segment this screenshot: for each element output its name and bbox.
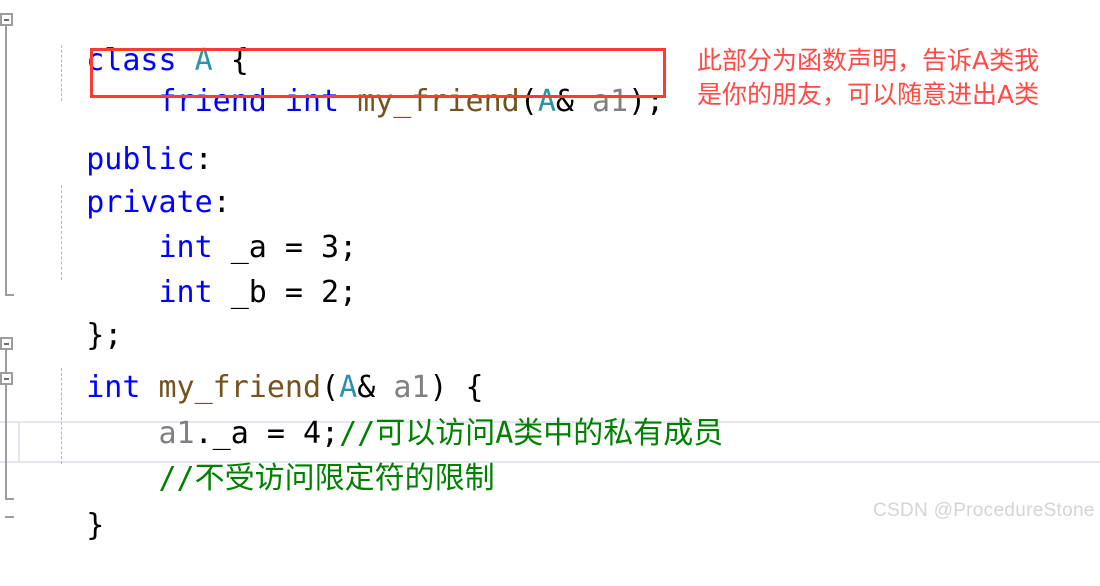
code-editor[interactable]: class A { friend int my_friend(A& a1); p… bbox=[0, 0, 1100, 543]
fold-bracket-class-a bbox=[5, 26, 7, 296]
token-comment: //不受访问限定符的限制 bbox=[158, 461, 495, 496]
token-variable: a1 bbox=[592, 84, 629, 119]
fold-marker-class-a[interactable] bbox=[0, 13, 13, 26]
token-ampersand: & bbox=[555, 84, 592, 119]
annotation-line-1: 此部分为函数声明，告诉A类我 bbox=[697, 46, 1040, 75]
code-line-12[interactable]: int main(void) { bbox=[14, 511, 411, 528]
token-paren: ( bbox=[519, 84, 538, 119]
token-function: my_friend bbox=[357, 84, 520, 119]
fold-bracket-foot-my-friend bbox=[5, 498, 14, 500]
csdn-watermark: CSDN @ProcedureStone bbox=[873, 500, 1095, 521]
fold-bracket-foot-class-a bbox=[5, 294, 14, 296]
fold-marker-inner-block[interactable] bbox=[0, 372, 13, 385]
token-terminator: ); bbox=[628, 84, 665, 119]
token-type: A bbox=[537, 84, 556, 119]
annotation-line-2: 是你的朋友，可以随意进出A类 bbox=[697, 80, 1040, 109]
token-plain: _b = 2; bbox=[212, 275, 358, 310]
fold-marker-my-friend[interactable] bbox=[0, 337, 13, 350]
token-keyword: int bbox=[158, 275, 213, 310]
